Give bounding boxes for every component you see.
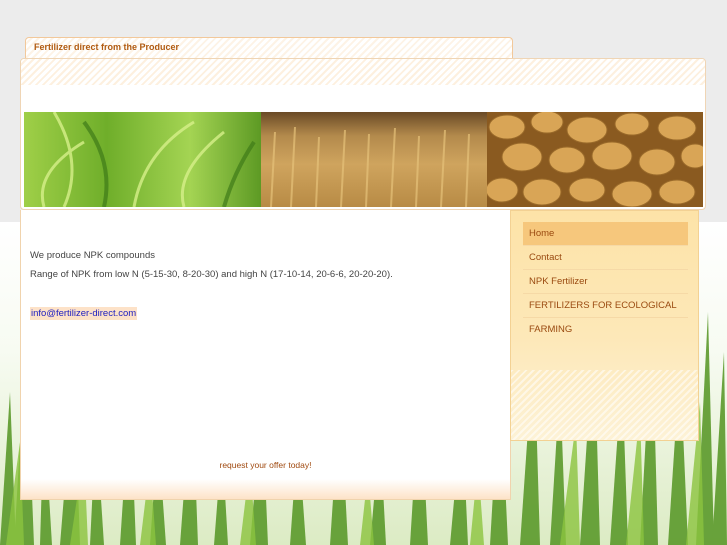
banner	[24, 112, 703, 207]
banner-image-wheat	[261, 112, 487, 207]
email-link[interactable]: info@fertilizer-direct.com	[30, 307, 138, 320]
tagline-tab: Fertilizer direct from the Producer	[25, 37, 513, 58]
header-panel	[20, 58, 706, 210]
sidebar-hatch	[511, 370, 698, 440]
npk-range-text: Range of NPK from low N (5-15-30, 8-20-3…	[30, 269, 393, 280]
main-content: We produce NPK compounds Range of NPK fr…	[20, 210, 511, 500]
banner-image-potatoes	[487, 112, 703, 207]
header-stripe	[21, 59, 705, 85]
nav-item-home[interactable]: Home	[523, 222, 688, 246]
main-footer-fade	[21, 479, 510, 499]
sidebar: Home Contact NPK Fertilizer FERTILIZERS …	[510, 210, 699, 441]
nav-item-contact[interactable]: Contact	[523, 246, 688, 270]
offer-text: request your offer today!	[219, 460, 312, 470]
site-tagline: Fertilizer direct from the Producer	[34, 42, 180, 52]
nav-menu: Home Contact NPK Fertilizer FERTILIZERS …	[523, 222, 688, 341]
intro-text: We produce NPK compounds	[30, 250, 155, 261]
nav-item-farming[interactable]: FARMING	[523, 318, 688, 341]
nav-item-npk-fertilizer[interactable]: NPK Fertilizer	[523, 270, 688, 294]
banner-image-grass	[24, 112, 261, 207]
nav-item-ecological-fertilizers[interactable]: FERTILIZERS FOR ECOLOGICAL	[523, 294, 688, 318]
